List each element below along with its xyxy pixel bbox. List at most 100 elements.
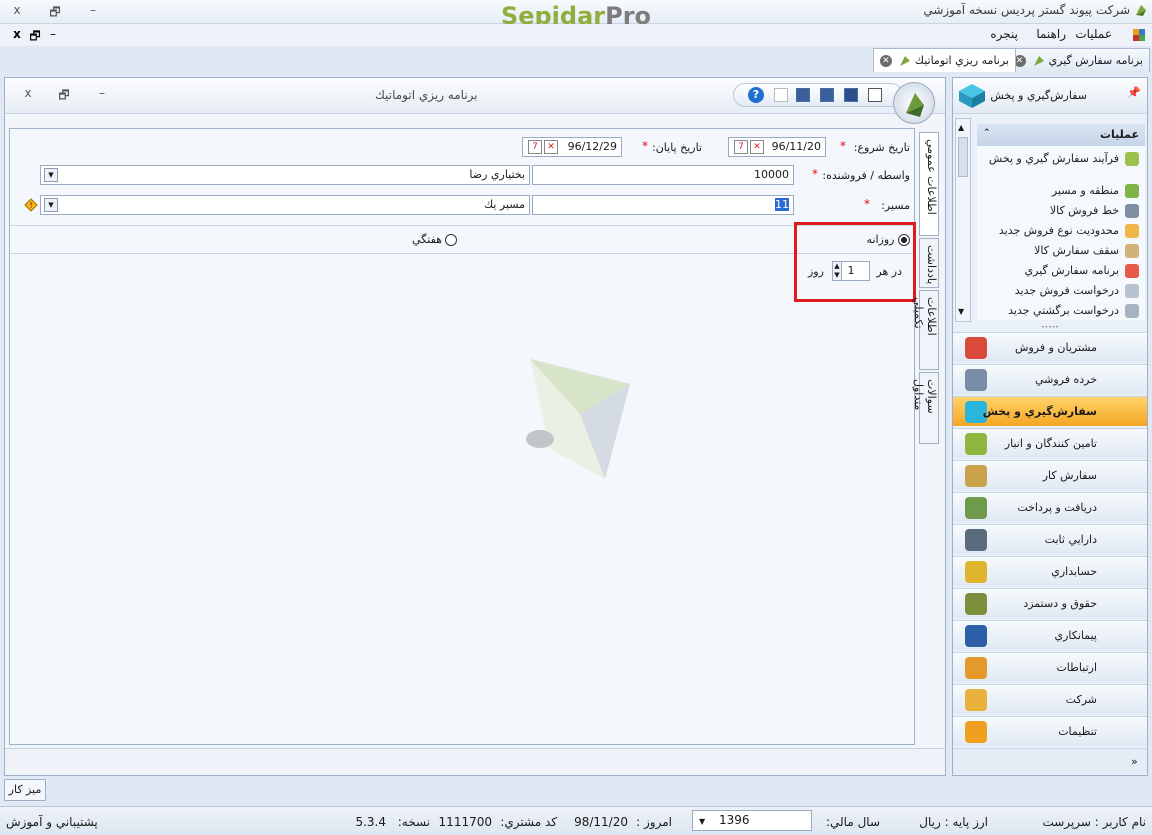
module-icon (965, 561, 987, 583)
nav-module-2[interactable]: خرده فروشي (953, 364, 1147, 394)
module-label: دارايي ثابت (1044, 533, 1097, 546)
desk-button[interactable]: ميز کار (4, 779, 46, 801)
module-label: خرده فروشي (1034, 373, 1097, 386)
module-label: ارتباطات (1056, 661, 1097, 674)
tab-auto-planning[interactable]: برنامه ريزي اتوماتيك ✕ (872, 48, 1016, 72)
op-sales-line[interactable]: خط فروش کالا (979, 204, 1139, 218)
op-new-return-request[interactable]: درخواست برگشتي جديد (979, 304, 1139, 318)
app-title: شرکت پیوند گستر پردیس نسخه آموزشي (923, 3, 1130, 17)
nav-module-3[interactable]: سفارش‌گيري و پخش (953, 396, 1147, 426)
module-icon (965, 593, 987, 615)
route-code-field[interactable]: 11 (532, 195, 794, 215)
route-name-field[interactable]: مسير يك (40, 195, 530, 215)
watermark-logo (526, 359, 630, 479)
splitter-grip[interactable]: ••••• (953, 324, 1147, 331)
doc-close-button[interactable]: x (8, 27, 26, 43)
expand-chevron-icon[interactable]: » (1131, 755, 1138, 768)
collapse-chevron-icon[interactable]: ⌃ (983, 128, 991, 138)
op-region-route[interactable]: منطقه و مسير (979, 184, 1139, 198)
clear-date-icon[interactable]: ✕ (544, 140, 558, 154)
sidebar: سفارش‌گيري و پخش 📌 ▲ ▼ عمليات ⌃ فرآيند س… (952, 77, 1148, 776)
nav-module-11[interactable]: ارتباطات (953, 652, 1147, 682)
menu-window[interactable]: پنجره (990, 27, 1018, 41)
op-order-cap[interactable]: سقف سفارش کالا (979, 244, 1139, 258)
module-label: دريافت و پرداخت (1017, 501, 1097, 514)
tab-order-program[interactable]: برنامه سفارش گيري ✕ (1006, 48, 1150, 72)
nav-module-13[interactable]: تنظيمات (953, 716, 1147, 746)
nav-module-5[interactable]: سفارش کار (953, 460, 1147, 490)
module-label: حسابداري (1051, 565, 1097, 578)
op-order-process[interactable]: فرآيند سفارش گيري و پخش (979, 152, 1139, 166)
nav-module-8[interactable]: حسابداري (953, 556, 1147, 586)
nav-module-6[interactable]: دريافت و پرداخت (953, 492, 1147, 522)
doc-minimize-button[interactable]: – (44, 27, 62, 43)
window-minimize-button[interactable]: – (93, 86, 111, 102)
nav-module-9[interactable]: حقوق و دستمزد (953, 588, 1147, 618)
save-button[interactable] (796, 88, 810, 102)
weekly-option[interactable]: هفتگي (412, 233, 458, 246)
nav-module-12[interactable]: شرکت (953, 684, 1147, 714)
calendar-icon[interactable]: 7 (734, 140, 748, 154)
sidebar-header: سفارش‌گيري و پخش 📌 (953, 78, 1147, 114)
agent-dropdown-icon[interactable]: ▼ (44, 168, 58, 182)
document-window: x 🗗 – برنامه ريزي اتوماتيك ? تاريخ شروع:… (4, 77, 946, 776)
sidebar-title: سفارش‌گيري و پخش (990, 89, 1087, 102)
document-toolbar: ? (733, 83, 903, 107)
window-close-button[interactable]: x (19, 86, 37, 102)
module-icon (965, 529, 987, 551)
version-label: نسخه: (397, 815, 430, 829)
end-date-label: تاريخ پايان: (652, 141, 702, 154)
module-icon (965, 657, 987, 679)
tab-faq[interactable]: سوالات متداول (912, 372, 939, 444)
nav-module-1[interactable]: مشتريان و فروش (953, 332, 1147, 362)
tab-extra-info[interactable]: اطلاعات تکميلي (912, 290, 939, 370)
nav-module-7[interactable]: دارايي ثابت (953, 524, 1147, 554)
customer-code-label: کد مشتري: (500, 815, 557, 829)
module-icon (965, 369, 987, 391)
doc-restore-button[interactable]: 🗗 (26, 27, 44, 43)
tab-general-info[interactable]: اطلاعات عمومي (919, 132, 939, 236)
tab-close-icon[interactable]: ✕ (879, 55, 892, 67)
menu-help[interactable]: راهنما (1036, 27, 1066, 41)
ops-scrollbar[interactable]: ▲ ▼ (955, 118, 971, 322)
op-new-sale-request[interactable]: درخواست فروش جديد (979, 284, 1139, 298)
module-icon (965, 689, 987, 711)
form-panel: تاريخ شروع: * 96/11/20 7 ✕ تاريخ پايان: … (9, 128, 916, 745)
menu-operations[interactable]: عمليات (1075, 27, 1112, 41)
copy-button[interactable] (774, 88, 788, 102)
help-button[interactable]: ? (748, 87, 764, 103)
save-new-button[interactable] (820, 88, 834, 102)
weekly-radio[interactable] (445, 234, 458, 246)
op-order-program[interactable]: برنامه سفارش گيري (979, 264, 1139, 278)
clear-date-icon[interactable]: ✕ (750, 140, 764, 154)
app-logo-icon (1136, 5, 1146, 16)
route-dropdown-icon[interactable]: ▼ (44, 198, 58, 212)
tab-notes[interactable]: يادداشت (919, 238, 939, 288)
fiscal-year-select[interactable]: ▼ 1396 (692, 810, 812, 831)
new-button[interactable] (868, 88, 882, 102)
version-value: 5.3.4 (355, 815, 386, 829)
save-close-button[interactable] (844, 88, 858, 102)
nav-module-10[interactable]: پيمانکاري (953, 620, 1147, 650)
module-label: تامين کنندگان و انبار (1004, 437, 1097, 450)
tab-label: برنامه سفارش گيري (1048, 54, 1143, 67)
pin-icon[interactable]: 📌 (1127, 86, 1141, 99)
agent-label: واسطه / فروشنده: (822, 169, 910, 182)
agent-code-field[interactable]: 10000 (532, 165, 794, 185)
divider (10, 225, 914, 226)
calendar-icon[interactable]: 7 (528, 140, 542, 154)
status-bar: نام کاربر : سرپرست ارز پايه : ريال سال م… (0, 806, 1152, 835)
nav-footer: » (953, 748, 1147, 774)
module-icon (965, 433, 987, 455)
window-restore-button[interactable]: 🗗 (55, 86, 73, 102)
required-marker: * (840, 139, 846, 153)
tab-label: برنامه ريزي اتوماتيك (914, 54, 1009, 67)
nav-module-4[interactable]: تامين کنندگان و انبار (953, 428, 1147, 458)
module-icon (965, 337, 987, 359)
support-link[interactable]: پشتيباني و آموزش (6, 815, 98, 829)
op-sale-type-limit[interactable]: محدوديت نوع فروش جديد (979, 224, 1139, 238)
distribution-icon (959, 84, 985, 108)
agent-name-field[interactable]: بختياري رضا (40, 165, 530, 185)
program-icon (1034, 56, 1045, 66)
module-label: پيمانکاري (1054, 629, 1097, 642)
